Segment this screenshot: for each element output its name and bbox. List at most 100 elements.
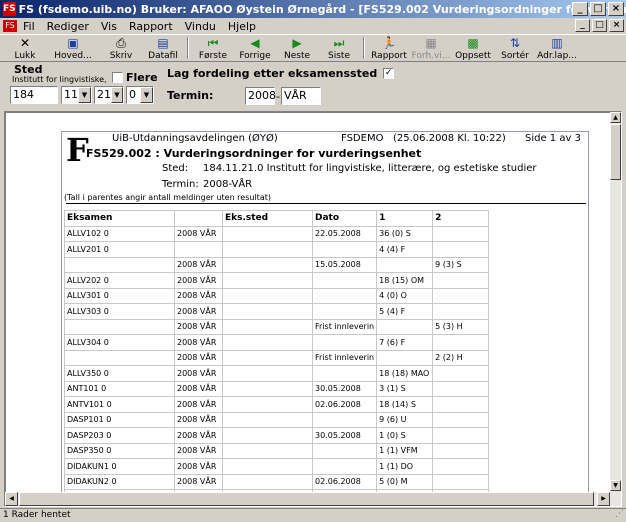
forste-button[interactable]: ⏮ Første [192,35,234,61]
termin-year-input[interactable]: 2008 [245,87,276,105]
table-cell: 2008 VÅR [174,256,223,273]
report-title: FS529.002 : Vurderingsordninger for vurd… [86,147,422,160]
table-cell [432,396,490,413]
forrige-button[interactable]: ◀ Forrige [234,35,276,61]
scroll-down-icon[interactable]: ▼ [610,480,621,491]
table-cell [311,287,378,304]
column-header [174,210,223,227]
header-divider [66,203,586,204]
datafil-button[interactable]: ▤ Datafil [142,35,184,61]
column-header: 2 [432,210,490,227]
table-cell: 18 (15) OM [376,272,434,289]
table-row: DASP350 0 2008 VÅR 1 (1) VFM [64,442,490,459]
table-cell: 7 (6) F [376,334,434,351]
flere-checkbox[interactable]: Flere [112,71,158,84]
table-cell: Frist innleverin [311,318,378,335]
lukk-button[interactable]: ✕ Lukk [4,35,46,61]
table-cell: 2008 VÅR [174,349,223,366]
table-cell [222,458,313,475]
menu-vis[interactable]: Vis [95,20,123,33]
close-button[interactable]: × [608,2,624,16]
chevron-down-icon[interactable]: ▼ [111,87,123,103]
table-cell [222,427,313,444]
hovedmeny-button[interactable]: ▣ Hoved... [46,35,100,61]
doc-close-button[interactable]: × [609,19,624,32]
table-row: ALLV350 0 2008 VÅR 18 (18) MAO [64,365,490,382]
app-icon: FS [3,2,16,16]
scroll-up-icon[interactable]: ▲ [610,112,621,123]
table-cell [432,241,490,258]
table-cell: DIDAKUN1 0 [64,458,175,475]
table-cell: 2008 VÅR [174,380,223,397]
doc-restore-button[interactable]: □ [592,19,607,32]
table-cell [222,287,313,304]
table-cell: 2008 VÅR [174,334,223,351]
table-cell: 5 (0) M [376,473,434,490]
sted-inst-input[interactable]: 184 [10,86,58,104]
table-cell: ALLV201 0 [64,241,175,258]
lag-fordeling-check[interactable]: ✓ [383,68,395,79]
table-cell: ALLV301 0 [64,287,175,304]
sort-icon: ⇅ [509,36,521,50]
chevron-down-icon[interactable]: ▼ [78,87,91,103]
first-icon: ⏮ [207,36,219,50]
table-cell: 2008 VÅR [174,411,223,428]
menu-rapport[interactable]: Rapport [123,20,179,33]
sted-fak-combo[interactable]: 11 ▼ [61,86,92,104]
prev-icon: ◀ [250,36,260,50]
horizontal-scroll-thumb[interactable] [19,492,594,506]
sorter-button[interactable]: ⇅ Sortér [494,35,536,61]
sted-inst-combo[interactable]: 21 ▼ [94,86,124,104]
table-cell: ALLV304 0 [64,334,175,351]
siste-button[interactable]: ⏭ Siste [318,35,360,61]
table-cell [222,349,313,366]
menu-bar: FS Fil Rediger Vis Rapport Vindu Hjelp _… [0,18,626,34]
table-cell [432,380,490,397]
oppsett-button[interactable]: ▩ Oppsett [452,35,494,61]
forhandsvis-button[interactable]: ▦ Forh.vi... [410,35,452,61]
scroll-right-icon[interactable]: ▶ [597,492,610,506]
table-cell: 15.05.2008 [311,256,378,273]
rapport-button[interactable]: 🏃 Rapport [368,35,410,61]
report-sted-label: Sted: [162,163,189,174]
table-cell [222,380,313,397]
table-row: ANT101 0 2008 VÅR 30.05.2008 3 (1) S [64,380,490,397]
doc-minimize-button[interactable]: _ [575,19,590,32]
table-cell [222,256,313,273]
table-cell: 18 (14) S [376,396,434,413]
table-row: ALLV201 0 4 (4) F [64,241,490,258]
menu-vindu[interactable]: Vindu [179,20,222,33]
flere-check[interactable] [112,72,123,83]
menu-fil[interactable]: Fil [17,20,41,33]
table-cell [432,458,490,475]
flere-label: Flere [126,71,158,84]
scroll-left-icon[interactable]: ◀ [5,492,18,506]
table-cell: 2008 VÅR [174,287,223,304]
maximize-button[interactable]: □ [590,2,606,16]
vertical-scrollbar[interactable]: ▲ ▼ [610,112,621,506]
minimize-button[interactable]: _ [572,2,588,16]
termin-label: Termin: [167,89,214,102]
lag-fordeling-checkbox[interactable]: Lag fordeling etter eksamenssted ✓ [167,67,395,80]
sted-gruppe-combo[interactable]: 0 ▼ [126,86,154,104]
report-db: FSDEMO [341,133,384,144]
table-cell: ALLV102 0 [64,225,175,242]
resize-grip-icon[interactable]: ⋰ [615,508,624,521]
table-row: ANTV101 0 2008 VÅR 02.06.2008 18 (14) S [64,396,490,413]
neste-button[interactable]: ▶ Neste [276,35,318,61]
table-cell [432,365,490,382]
column-header: 1 [376,210,434,227]
termin-season-input[interactable]: VÅR [281,87,321,105]
vertical-scroll-thumb[interactable] [610,124,621,180]
chevron-down-icon[interactable]: ▼ [140,87,153,103]
menu-rediger[interactable]: Rediger [41,20,95,33]
table-cell: Frist innleverin [311,349,378,366]
adresselapp-button[interactable]: ▥ Adr.lap... [536,35,578,61]
runner-icon: 🏃 [381,36,397,50]
document-icon[interactable]: FS [3,20,17,32]
filter-panel: Sted Institutt for lingvistiske, Flere 1… [0,62,626,110]
menu-hjelp[interactable]: Hjelp [222,20,262,33]
table-cell [432,303,490,320]
skriv-button[interactable]: ⎙ Skriv [100,35,142,61]
horizontal-scrollbar[interactable]: ◀ ▶ [5,492,611,506]
